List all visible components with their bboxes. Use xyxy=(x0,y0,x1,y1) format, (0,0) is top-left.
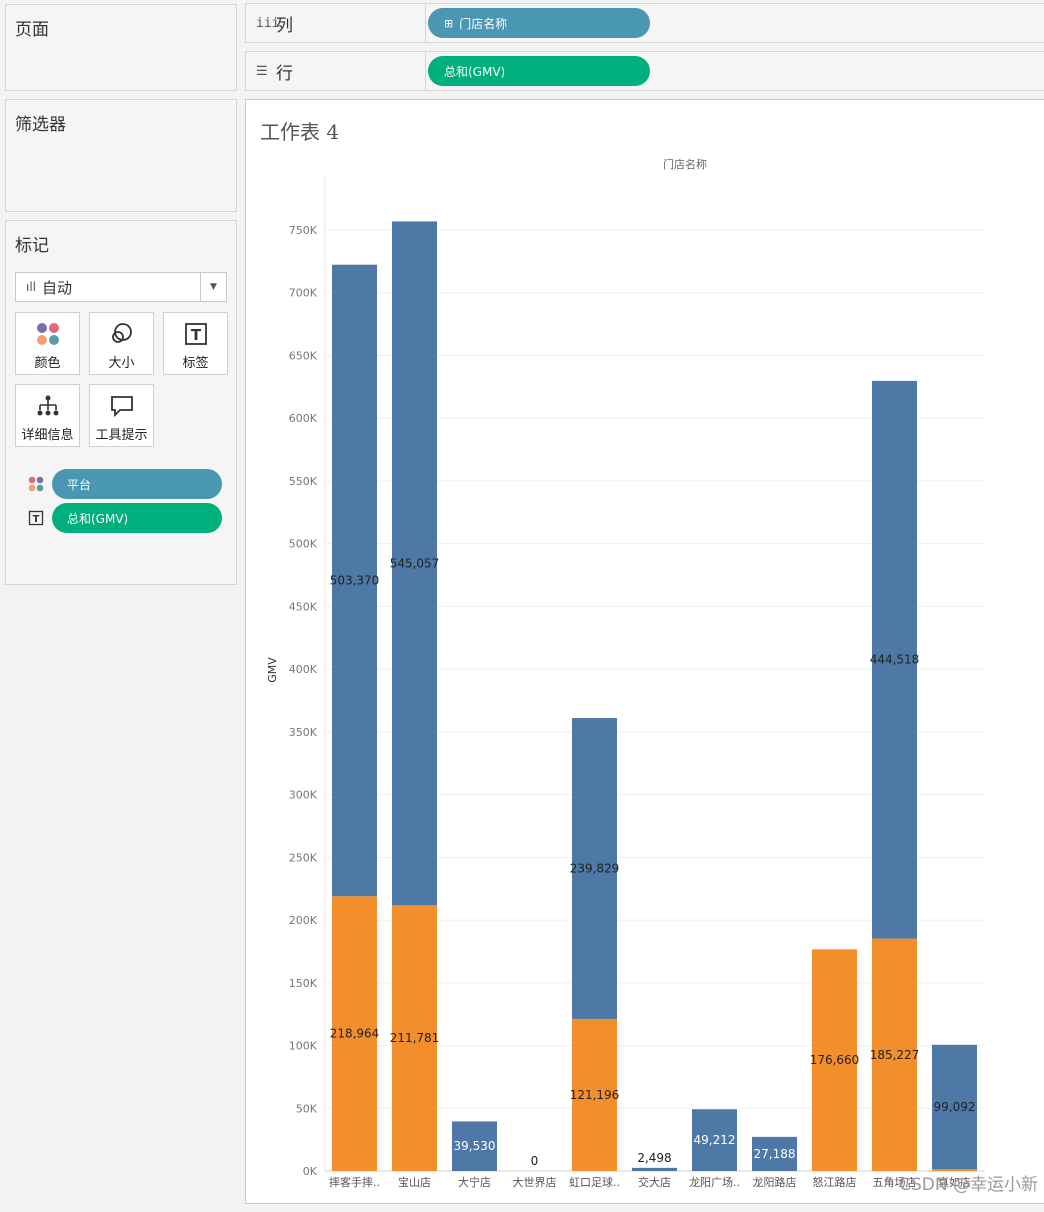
mark-type-value: 自动 xyxy=(42,278,73,297)
data-label: 0 xyxy=(531,1154,539,1168)
detail-button[interactable]: 详细信息 xyxy=(15,384,80,447)
data-label: 211,781 xyxy=(390,1031,440,1045)
columns-label-text: 列 xyxy=(276,15,293,36)
x-tick-label: 龙阳路店 xyxy=(753,1175,797,1189)
y-tick-label: 700K xyxy=(289,287,318,300)
data-label: 39,530 xyxy=(454,1139,496,1153)
columns-shelf-label: iii 列 xyxy=(246,4,426,42)
tooltip-button-label: 工具提示 xyxy=(95,428,148,443)
worksheet: 工作表 4 门店名称 0K 50K 100K 150K 200K 250K 300K 350K 4… xyxy=(245,99,1044,1204)
x-tick-label: 虹口足球.. xyxy=(569,1175,620,1189)
speech-bubble-icon xyxy=(110,396,133,418)
marks-title: 标记 xyxy=(15,236,49,256)
filters-title: 筛选器 xyxy=(15,115,66,135)
x-tick-label: 大世界店 xyxy=(513,1175,557,1189)
y-tick-label: 0K xyxy=(303,1165,318,1178)
y-tick-label: 750K xyxy=(289,224,318,237)
text-label-icon: T xyxy=(184,323,207,345)
column-header-title: 门店名称 xyxy=(663,157,707,171)
columns-pill-text: 门店名称 xyxy=(459,16,508,31)
y-tick-label: 100K xyxy=(289,1040,318,1053)
bar-chart-icon: ıll xyxy=(26,280,37,294)
x-tick-label: 龙阳广场.. xyxy=(689,1175,740,1189)
color-dots-icon xyxy=(28,476,44,492)
y-tick-label: 500K xyxy=(289,538,318,551)
y-axis-label: GMV xyxy=(266,657,279,683)
rows-shelf-label: ☰ 行 xyxy=(246,52,426,90)
color-button[interactable]: 颜色 xyxy=(15,312,80,375)
data-label: 545,057 xyxy=(390,556,440,570)
y-tick-label: 350K xyxy=(289,726,318,739)
columns-pill[interactable]: ⊞ 门店名称 xyxy=(428,8,650,38)
svg-text:T: T xyxy=(190,326,201,344)
label-button[interactable]: T 标签 xyxy=(163,312,228,375)
y-tick-label: 250K xyxy=(289,851,318,864)
chevron-down-icon[interactable]: ▼ xyxy=(200,273,226,301)
x-tick-label: 交大店 xyxy=(638,1175,671,1189)
marks-card: 标记 ıll 自动 ▼ 颜色 大小 T 标签 详细信息 工具提示 平台 T 总和… xyxy=(5,220,237,585)
rows-shelf[interactable]: ☰ 行 总和(GMV) xyxy=(245,51,1044,91)
y-tick-label: 200K xyxy=(289,914,318,927)
data-label: 27,188 xyxy=(754,1147,796,1161)
y-tick-label: 550K xyxy=(289,475,318,488)
data-label: 444,518 xyxy=(870,653,920,667)
x-tick-label: 宝山店 xyxy=(398,1175,431,1189)
x-tick-label: 怒江路店 xyxy=(813,1175,857,1189)
color-button-label: 颜色 xyxy=(34,356,61,371)
label-field-pill[interactable]: 总和(GMV) xyxy=(52,503,222,533)
data-label: 185,227 xyxy=(870,1048,920,1062)
data-label: 503,370 xyxy=(330,573,380,587)
filters-panel[interactable]: 筛选器 xyxy=(5,99,237,212)
data-label: 218,964 xyxy=(330,1027,380,1041)
size-button-label: 大小 xyxy=(108,356,135,371)
y-tick-label: 50K xyxy=(296,1102,318,1115)
data-label: 121,196 xyxy=(570,1088,620,1102)
tooltip-button[interactable]: 工具提示 xyxy=(89,384,154,447)
data-label: 176,660 xyxy=(810,1053,860,1067)
hierarchy-icon xyxy=(37,395,58,416)
label-button-label: 标签 xyxy=(182,356,209,371)
text-label-icon: T xyxy=(28,510,44,526)
size-icon xyxy=(111,323,132,343)
color-icon xyxy=(36,323,59,345)
size-button[interactable]: 大小 xyxy=(89,312,154,375)
rows-pill[interactable]: 总和(GMV) xyxy=(428,56,650,86)
bar-segment-blue xyxy=(632,1167,677,1171)
rows-label-text: 行 xyxy=(276,63,293,84)
svg-text:T: T xyxy=(33,514,40,525)
data-label: 99,092 xyxy=(934,1100,976,1114)
y-tick-label: 650K xyxy=(289,349,318,362)
y-tick-label: 300K xyxy=(289,789,318,802)
y-tick-label: 400K xyxy=(289,663,318,676)
data-label: 49,212 xyxy=(694,1133,736,1147)
mark-type-dropdown[interactable]: ıll 自动 ▼ xyxy=(15,272,227,302)
x-tick-label: 摔客手摔.. xyxy=(329,1175,380,1189)
detail-button-label: 详细信息 xyxy=(21,428,74,443)
pages-panel: 页面 xyxy=(5,4,237,91)
y-tick-label: 150K xyxy=(289,977,318,990)
y-tick-label: 450K xyxy=(289,600,318,613)
rows-icon: ☰ xyxy=(256,63,268,79)
expand-icon: ⊞ xyxy=(444,16,454,30)
pages-title: 页面 xyxy=(15,20,49,40)
columns-icon: iii xyxy=(256,15,280,31)
y-tick-label: 600K xyxy=(289,412,318,425)
color-field-pill[interactable]: 平台 xyxy=(52,469,222,499)
data-label: 239,829 xyxy=(570,861,620,875)
columns-shelf[interactable]: iii 列 ⊞ 门店名称 xyxy=(245,3,1044,43)
watermark: CSDN @幸运小新 xyxy=(899,1175,1038,1195)
data-label: 2,498 xyxy=(637,1151,671,1165)
stacked-bar-chart: 门店名称 0K 50K 100K 150K 200K 250K 300K 350K 400K 450… xyxy=(266,157,985,1189)
x-tick-label: 大宁店 xyxy=(458,1175,491,1189)
